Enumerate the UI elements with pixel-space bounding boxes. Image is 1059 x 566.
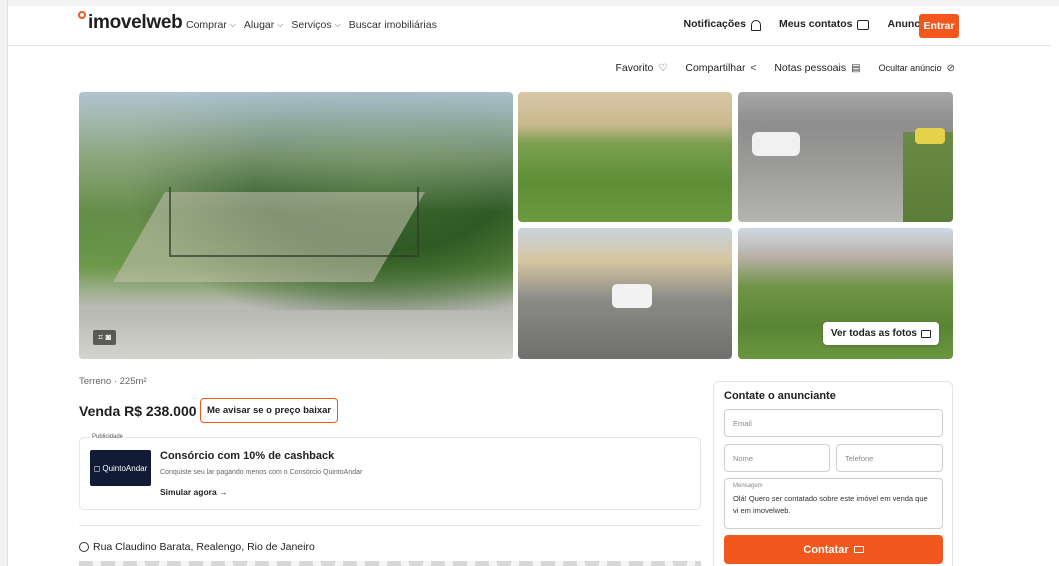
message-label: Mensagem	[733, 483, 763, 489]
nav-comprar[interactable]: Comprar ⌵	[186, 19, 236, 31]
features-row	[79, 561, 701, 566]
contact-form: Contate o anunciante Email Nome Telefone…	[713, 381, 953, 566]
ad-banner[interactable]: Publicidade ◻ QuintoAndar Consórcio com 1…	[79, 434, 701, 510]
property-type-size: Terreno · 225m²	[79, 376, 147, 387]
heart-icon: ♡	[658, 62, 668, 74]
price-alert-button[interactable]: Me avisar se o preço baixar	[200, 398, 339, 423]
chevron-down-icon: ⌵	[229, 20, 236, 29]
favorite-button[interactable]: Favorito ♡	[615, 62, 667, 74]
site-header: imovelweb Comprar ⌵ Alugar ⌵ Serviços ⌵ Bus…	[8, 6, 1051, 46]
location-icon	[79, 542, 89, 552]
listing-actions: Favorito ♡ Compartilhar < Notas pessoais ▤ …	[615, 62, 955, 74]
address: Rua Claudino Barata, Realengo, Rio de Ja…	[79, 541, 315, 553]
see-all-photos-button[interactable]: Ver todas as fotos	[822, 322, 939, 345]
email-field[interactable]: Email	[724, 409, 943, 437]
contacts-link[interactable]: Meus contatos	[779, 18, 870, 30]
photo-thumbnail[interactable]	[518, 92, 732, 222]
hide-listing-button[interactable]: Ocultar anúncio ⊘	[879, 63, 955, 74]
share-button[interactable]: Compartilhar <	[685, 62, 756, 74]
bell-icon	[750, 19, 761, 31]
price: Venda R$ 238.000	[79, 403, 197, 419]
nav-servicos[interactable]: Serviços ⌵	[291, 19, 340, 31]
location-pin-icon	[78, 11, 88, 34]
note-icon: ▤	[851, 62, 861, 74]
brand-mark-icon: ◻	[93, 463, 101, 473]
message-text[interactable]: Olá! Quero ser contatado sobre este imóv…	[733, 493, 934, 517]
chevron-down-icon: ⌵	[334, 20, 341, 29]
image-icon	[921, 329, 931, 338]
quintoandar-logo: ◻ QuintoAndar	[90, 450, 151, 486]
camera-icon: ⌗ ◙	[93, 330, 117, 345]
site-logo[interactable]: imovelweb	[78, 11, 183, 34]
ad-title: Consórcio com 10% de cashback	[160, 450, 335, 462]
chat-icon	[857, 20, 870, 30]
photo-thumbnail[interactable]	[518, 228, 732, 359]
notifications-link[interactable]: Notificações	[684, 18, 761, 31]
arrow-right-icon: →	[219, 487, 228, 497]
main-nav: Comprar ⌵ Alugar ⌵ Serviços ⌵ Buscar imobil…	[186, 19, 437, 31]
eye-off-icon: ⊘	[946, 62, 955, 74]
main-photo[interactable]: ⌗ ◙	[79, 92, 513, 359]
photo-thumbnail[interactable]	[738, 92, 953, 222]
notes-button[interactable]: Notas pessoais ▤	[774, 62, 860, 74]
phone-field[interactable]: Telefone	[836, 444, 943, 472]
ad-tag: Publicidade	[90, 434, 126, 440]
share-icon: <	[750, 62, 757, 74]
login-button[interactable]: Entrar	[919, 14, 959, 38]
photo-gallery: ⌗ ◙ Ver todas as fotos	[79, 92, 953, 359]
divider	[79, 525, 701, 526]
photo-thumbnail[interactable]: Ver todas as fotos	[738, 228, 953, 359]
window-edge-left	[0, 0, 8, 566]
contact-submit-button[interactable]: Contatar	[724, 535, 943, 564]
contact-title: Contate o anunciante	[724, 390, 836, 402]
message-field[interactable]: Mensagem Olá! Quero ser contatado sobre …	[724, 478, 943, 529]
mail-icon	[853, 546, 864, 553]
ad-cta-link[interactable]: Simular agora →	[160, 487, 228, 497]
chevron-down-icon: ⌵	[277, 20, 284, 29]
ad-subtitle: Conquiste seu lar pagando menos com o Co…	[160, 469, 363, 476]
nav-buscar-imobiliarias[interactable]: Buscar imobiliárias	[349, 19, 437, 31]
nav-alugar[interactable]: Alugar ⌵	[244, 19, 283, 31]
name-field[interactable]: Nome	[724, 444, 830, 472]
